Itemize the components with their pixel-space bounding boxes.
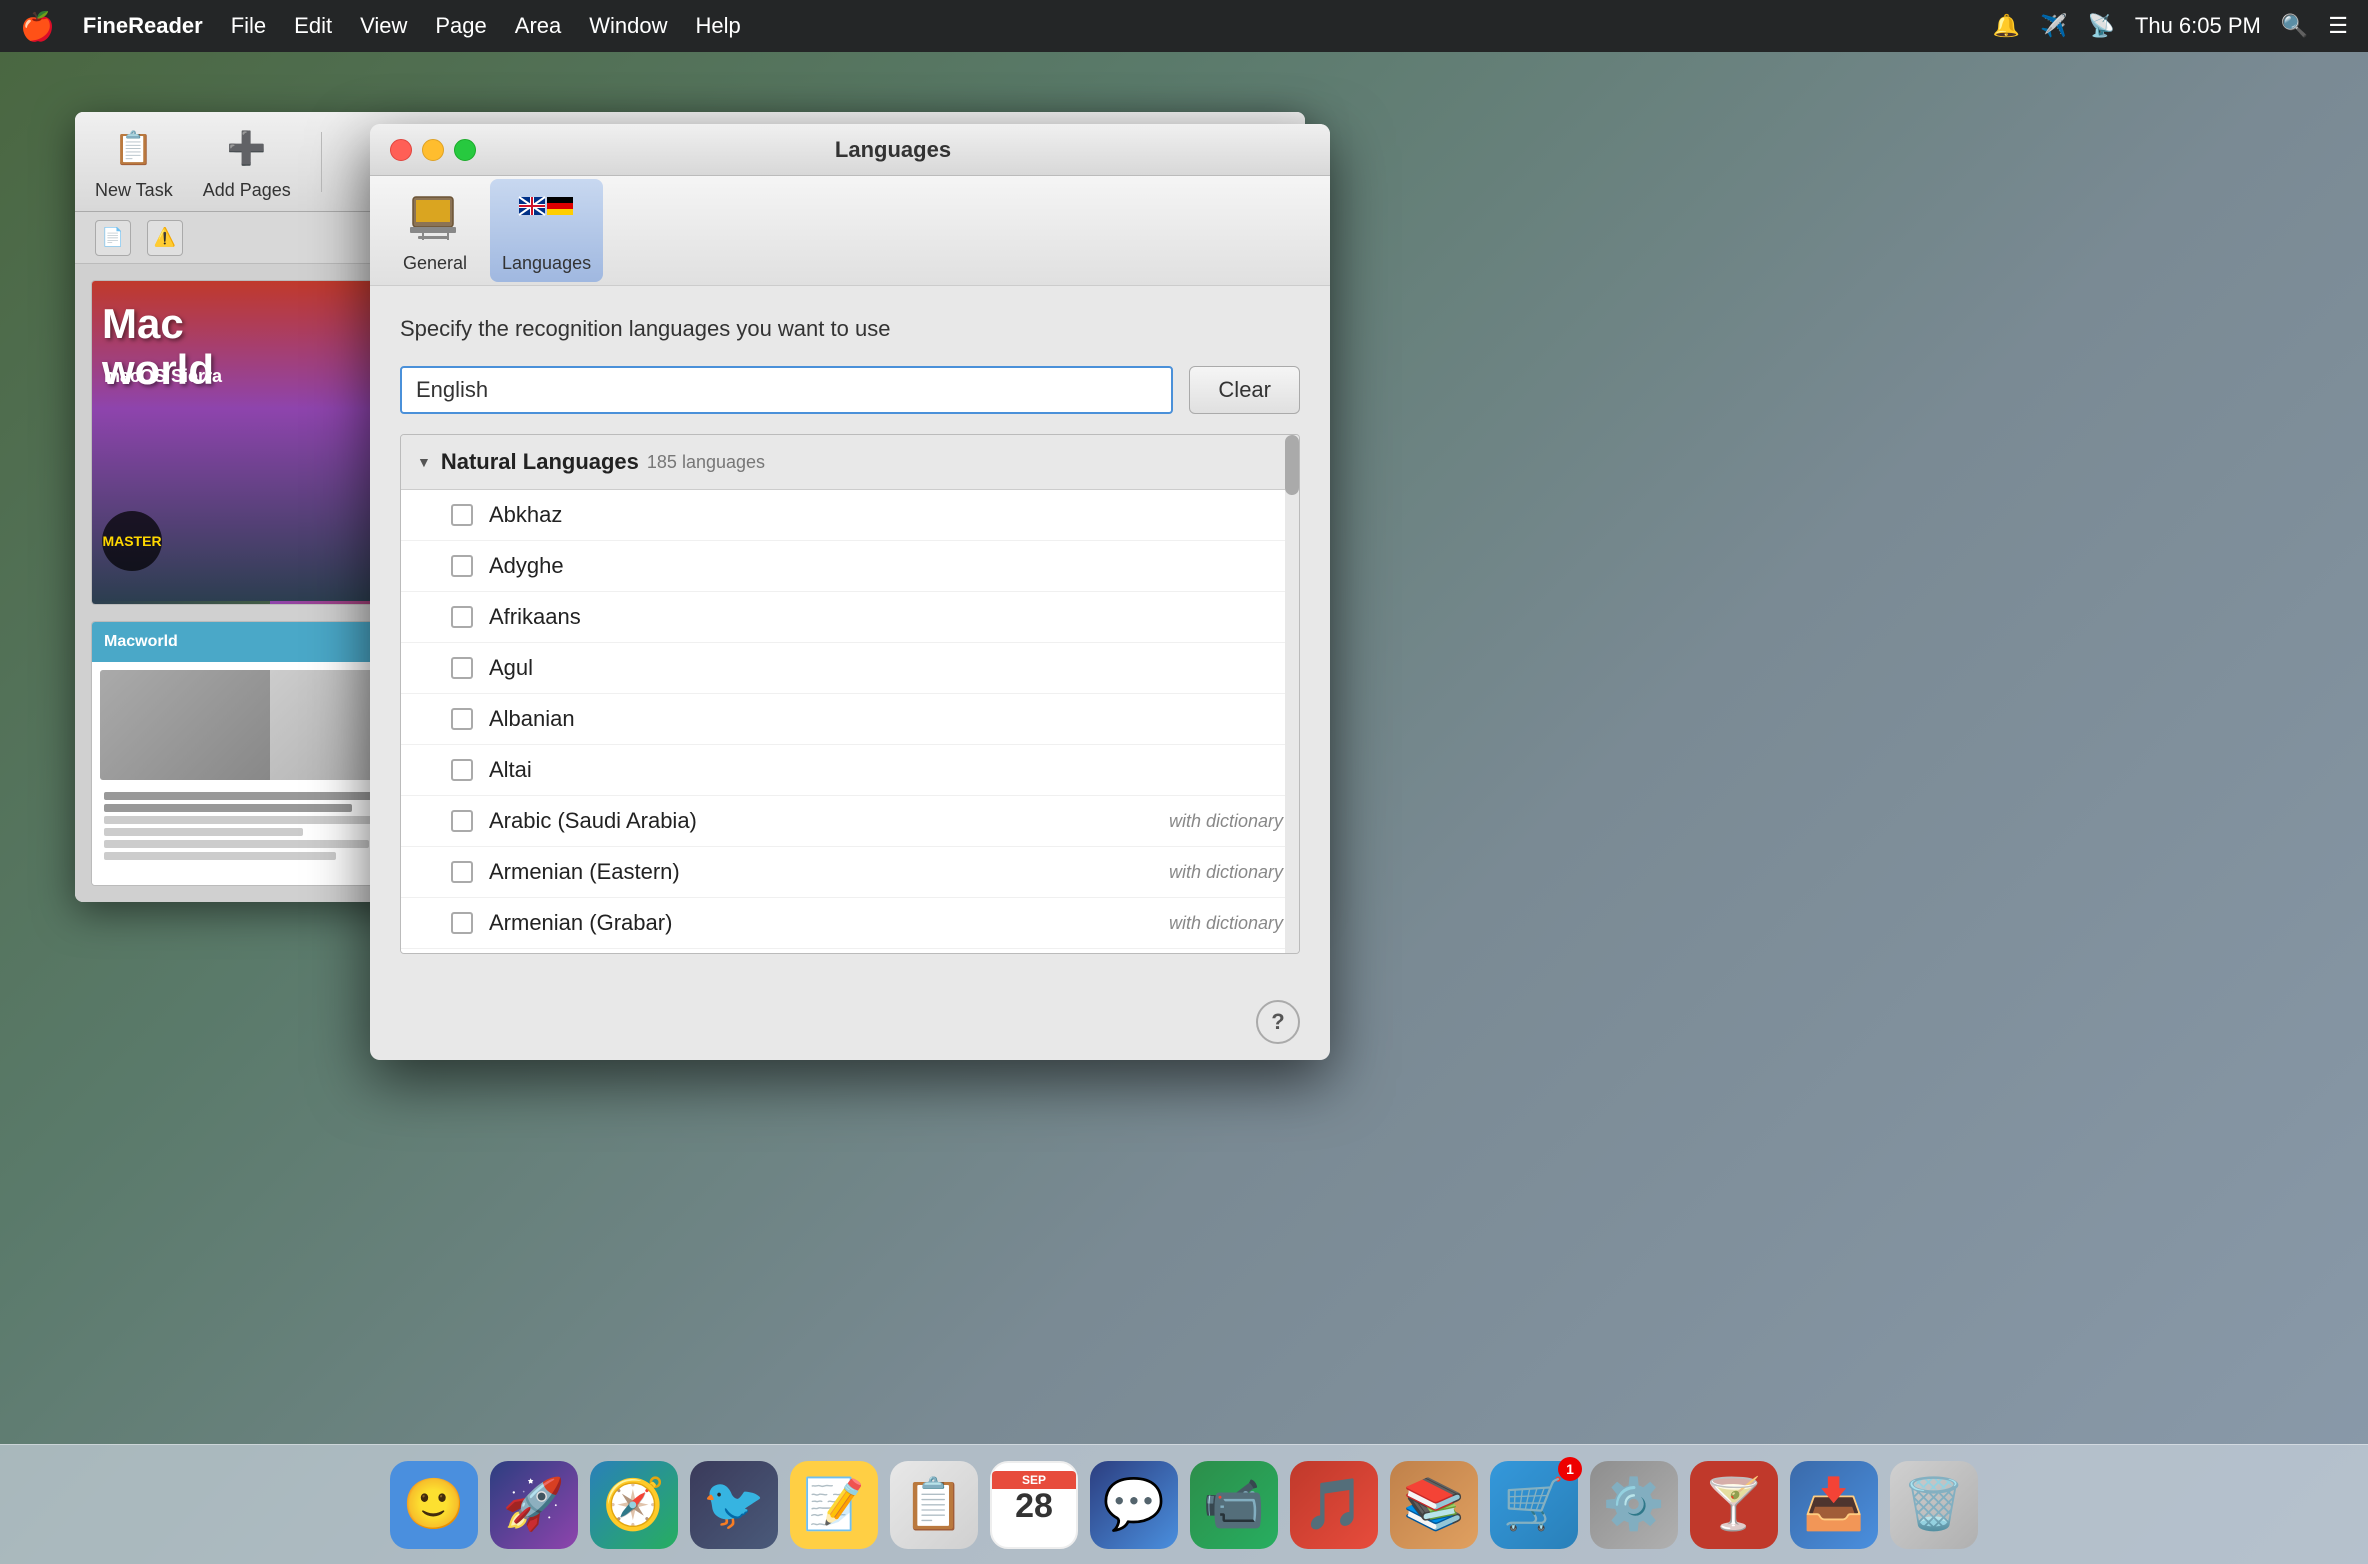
modal-footer: ?: [370, 984, 1330, 1060]
general-tab[interactable]: General: [400, 187, 470, 274]
apple-menu-icon[interactable]: 🍎: [20, 10, 55, 43]
lang-name-afrikaans: Afrikaans: [489, 604, 1283, 630]
scroll-track: [1285, 435, 1299, 953]
lang-name-armenian-e: Armenian (Eastern): [489, 859, 1169, 885]
help-button[interactable]: ?: [1256, 1000, 1300, 1044]
area-menu[interactable]: Area: [515, 13, 561, 39]
lang-item-armenian-w[interactable]: Armenian (Western) with dictionary: [401, 949, 1299, 954]
lang-item-agul[interactable]: Agul: [401, 643, 1299, 694]
traffic-lights: [390, 139, 476, 161]
lang-tag-arabic-sa: with dictionary: [1169, 811, 1283, 832]
lang-checkbox-altai[interactable]: [451, 759, 473, 781]
lang-item-afrikaans[interactable]: Afrikaans: [401, 592, 1299, 643]
menubar-search-icon[interactable]: 🔍: [2281, 13, 2308, 39]
lang-name-arabic-sa: Arabic (Saudi Arabia): [489, 808, 1169, 834]
lang-checkbox-armenian-g[interactable]: [451, 912, 473, 934]
lang-name-abkhaz: Abkhaz: [489, 502, 1283, 528]
lang-item-arabic-sa[interactable]: Arabic (Saudi Arabia) with dictionary: [401, 796, 1299, 847]
lang-name-albanian: Albanian: [489, 706, 1283, 732]
lang-item-adyghe[interactable]: Adyghe: [401, 541, 1299, 592]
maximize-button[interactable]: [454, 139, 476, 161]
lang-item-armenian-g[interactable]: Armenian (Grabar) with dictionary: [401, 898, 1299, 949]
languages-label: Languages: [502, 253, 591, 274]
lang-item-albanian[interactable]: Albanian: [401, 694, 1299, 745]
modal-title: Languages: [476, 137, 1310, 163]
lang-checkbox-adyghe[interactable]: [451, 555, 473, 577]
lang-name-altai: Altai: [489, 757, 1283, 783]
menubar-time: Thu 6:05 PM: [2135, 13, 2261, 39]
notification-icon[interactable]: 🔔: [1993, 13, 2020, 39]
lang-name-adyghe: Adyghe: [489, 553, 1283, 579]
modal-overlay: Languages General: [0, 104, 2368, 1564]
lang-checkbox-albanian[interactable]: [451, 708, 473, 730]
radar-icon[interactable]: 📡: [2088, 13, 2115, 39]
lang-item-abkhaz[interactable]: Abkhaz: [401, 490, 1299, 541]
view-menu[interactable]: View: [360, 13, 407, 39]
group-count: 185 languages: [647, 452, 765, 473]
clear-button[interactable]: Clear: [1189, 366, 1300, 414]
lang-name-agul: Agul: [489, 655, 1283, 681]
group-arrow-icon: ▼: [417, 454, 431, 470]
menubar: 🍎 FineReader File Edit View Page Area Wi…: [0, 0, 2368, 52]
lang-checkbox-abkhaz[interactable]: [451, 504, 473, 526]
menubar-list-icon[interactable]: ☰: [2328, 13, 2348, 39]
general-icon: [400, 187, 470, 247]
language-input[interactable]: English: [400, 366, 1173, 414]
languages-icon: [512, 187, 582, 247]
general-label: General: [403, 253, 467, 274]
desktop: 📋 New Task ➕ Add Pages 🎨 Image Editor ℹ️…: [0, 52, 2368, 1564]
scroll-thumb[interactable]: [1285, 435, 1299, 495]
lang-tag-armenian-e: with dictionary: [1169, 862, 1283, 883]
natural-languages-group[interactable]: ▼ Natural Languages 185 languages: [401, 435, 1299, 490]
modal-titlebar: Languages: [370, 124, 1330, 176]
minimize-button[interactable]: [422, 139, 444, 161]
language-input-row: English Clear: [400, 366, 1300, 414]
help-menu[interactable]: Help: [696, 13, 741, 39]
edit-menu[interactable]: Edit: [294, 13, 332, 39]
modal-body: Specify the recognition languages you wa…: [370, 286, 1330, 984]
group-name: Natural Languages: [441, 449, 639, 475]
lang-checkbox-afrikaans[interactable]: [451, 606, 473, 628]
lang-name-armenian-g: Armenian (Grabar): [489, 910, 1169, 936]
lang-checkbox-agul[interactable]: [451, 657, 473, 679]
selected-language-text: English: [416, 377, 488, 403]
file-menu[interactable]: File: [231, 13, 266, 39]
app-name-menu[interactable]: FineReader: [83, 13, 203, 39]
airdrop-icon[interactable]: ✈️: [2040, 13, 2067, 39]
close-button[interactable]: [390, 139, 412, 161]
window-menu[interactable]: Window: [589, 13, 667, 39]
modal-description: Specify the recognition languages you wa…: [400, 316, 1300, 342]
languages-tab[interactable]: Languages: [490, 179, 603, 282]
lang-checkbox-armenian-e[interactable]: [451, 861, 473, 883]
lang-item-armenian-e[interactable]: Armenian (Eastern) with dictionary: [401, 847, 1299, 898]
languages-dialog: Languages General: [370, 124, 1330, 1060]
page-menu[interactable]: Page: [435, 13, 486, 39]
modal-toolbar: General: [370, 176, 1330, 286]
lang-tag-armenian-g: with dictionary: [1169, 913, 1283, 934]
language-list[interactable]: ▼ Natural Languages 185 languages Abkhaz…: [400, 434, 1300, 954]
lang-item-altai[interactable]: Altai: [401, 745, 1299, 796]
lang-checkbox-arabic-sa[interactable]: [451, 810, 473, 832]
